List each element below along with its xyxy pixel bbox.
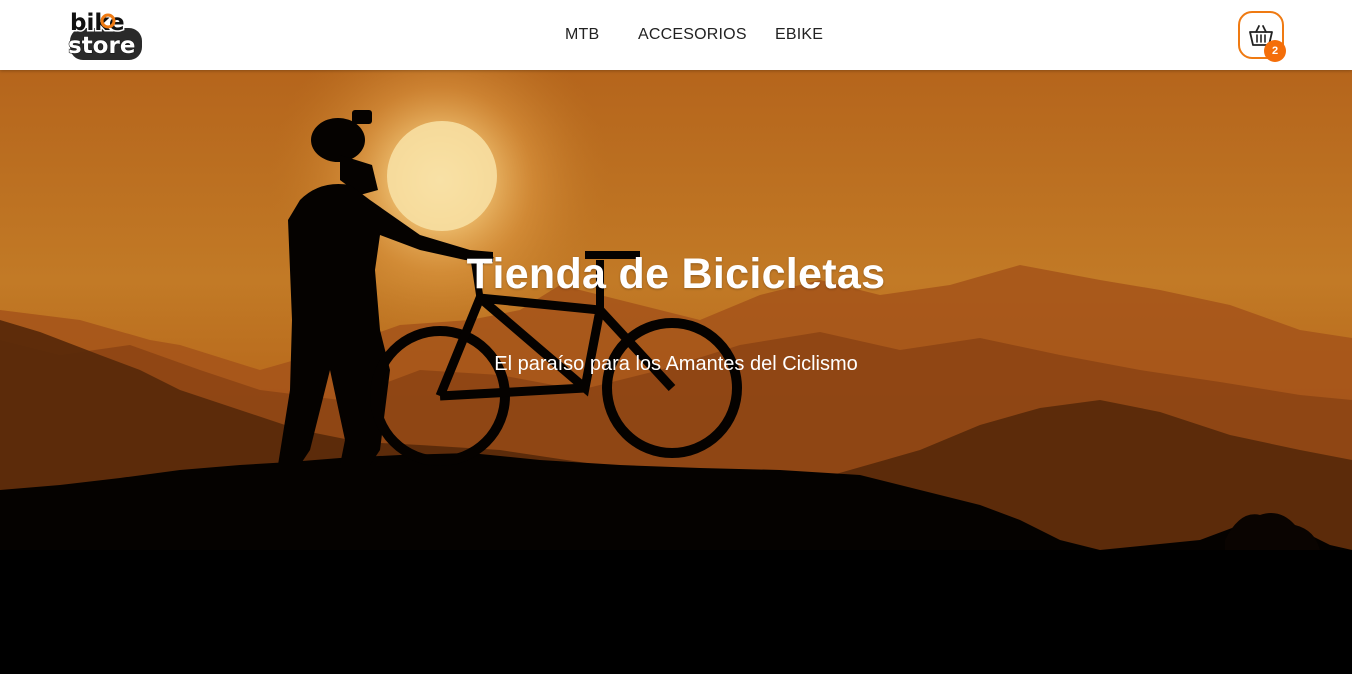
cart-count-badge: 2 <box>1264 40 1286 62</box>
nav-link-ebike[interactable]: EBIKE <box>775 26 823 44</box>
hero-subtitle: El paraíso para los Amantes del Ciclismo <box>494 353 858 375</box>
bike-store-logo[interactable]: bike store <box>66 4 146 62</box>
main-menu: MTB ACCESORIOS EBIKE <box>0 0 1352 70</box>
hero-title: Tienda de Bicicletas <box>466 250 886 298</box>
logo-word-store: store <box>68 33 135 59</box>
hero-banner: Tienda de Bicicletas El paraíso para los… <box>0 70 1352 674</box>
top-navbar: bike store MTB ACCESORIOS EBIKE 2 <box>0 0 1352 70</box>
nav-link-accesorios[interactable]: ACCESORIOS <box>638 26 747 44</box>
nav-link-mtb[interactable]: MTB <box>565 26 599 44</box>
